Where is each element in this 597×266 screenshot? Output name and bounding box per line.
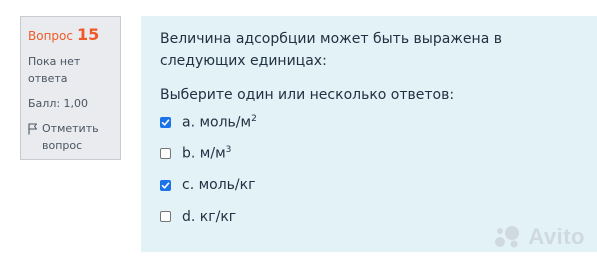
answer-option[interactable]: a. моль/м2 <box>160 111 579 133</box>
question-info-panel: Вопрос 15 Пока нет ответа Балл: 1,00 Отм… <box>20 16 121 160</box>
question-number: 15 <box>76 25 100 44</box>
answer-label: b. м/м3 <box>182 145 231 162</box>
answer-letter: c. <box>182 177 195 193</box>
answer-unit: м/м <box>199 145 226 162</box>
checkbox-unchecked[interactable] <box>160 148 171 159</box>
answer-letter: d. <box>182 208 196 225</box>
question-label: Вопрос <box>28 29 73 43</box>
question-text: Величина адсорбции может быть выражена в… <box>160 31 502 69</box>
checkbox-checked[interactable] <box>160 116 171 128</box>
checkbox-unchecked[interactable] <box>160 211 171 222</box>
checkbox-checked[interactable] <box>160 179 171 191</box>
answer-exponent: 2 <box>251 113 257 124</box>
question-grade: Балл: 1,00 <box>28 97 89 110</box>
answer-letter: a. <box>182 114 196 131</box>
check-icon <box>161 181 170 189</box>
flag-icon <box>28 123 37 135</box>
flag-question-label: Отметить вопрос <box>42 122 99 152</box>
answer-label: a. моль/м2 <box>182 114 257 131</box>
answer-option[interactable]: c. моль/кг <box>160 174 579 196</box>
avito-logo-icon <box>495 226 520 248</box>
answer-list: a. моль/м2 b. м/м3 c. моль/кг d. кг/кг <box>160 111 579 228</box>
answer-unit: кг/кг <box>199 208 237 225</box>
question-number-line: Вопрос 15 <box>28 25 114 44</box>
answer-prompt: Выберите один или несколько ответов: <box>160 87 455 103</box>
flag-question-link[interactable]: Отметить вопрос <box>28 120 114 154</box>
answer-letter: b. <box>182 145 196 162</box>
check-icon <box>161 118 170 126</box>
question-state: Пока нет ответа <box>28 55 81 85</box>
answer-option[interactable]: b. м/м3 <box>160 143 579 165</box>
answer-unit: моль/м <box>199 114 252 131</box>
answer-label: d. кг/кг <box>182 209 236 225</box>
watermark-text: Avito <box>528 224 585 249</box>
answer-exponent: 3 <box>225 145 232 156</box>
question-content: Величина адсорбции может быть выражена в… <box>141 16 597 252</box>
answer-label: c. моль/кг <box>182 177 255 193</box>
avito-watermark: Avito <box>494 224 585 250</box>
answer-unit: моль/кг <box>198 177 256 193</box>
